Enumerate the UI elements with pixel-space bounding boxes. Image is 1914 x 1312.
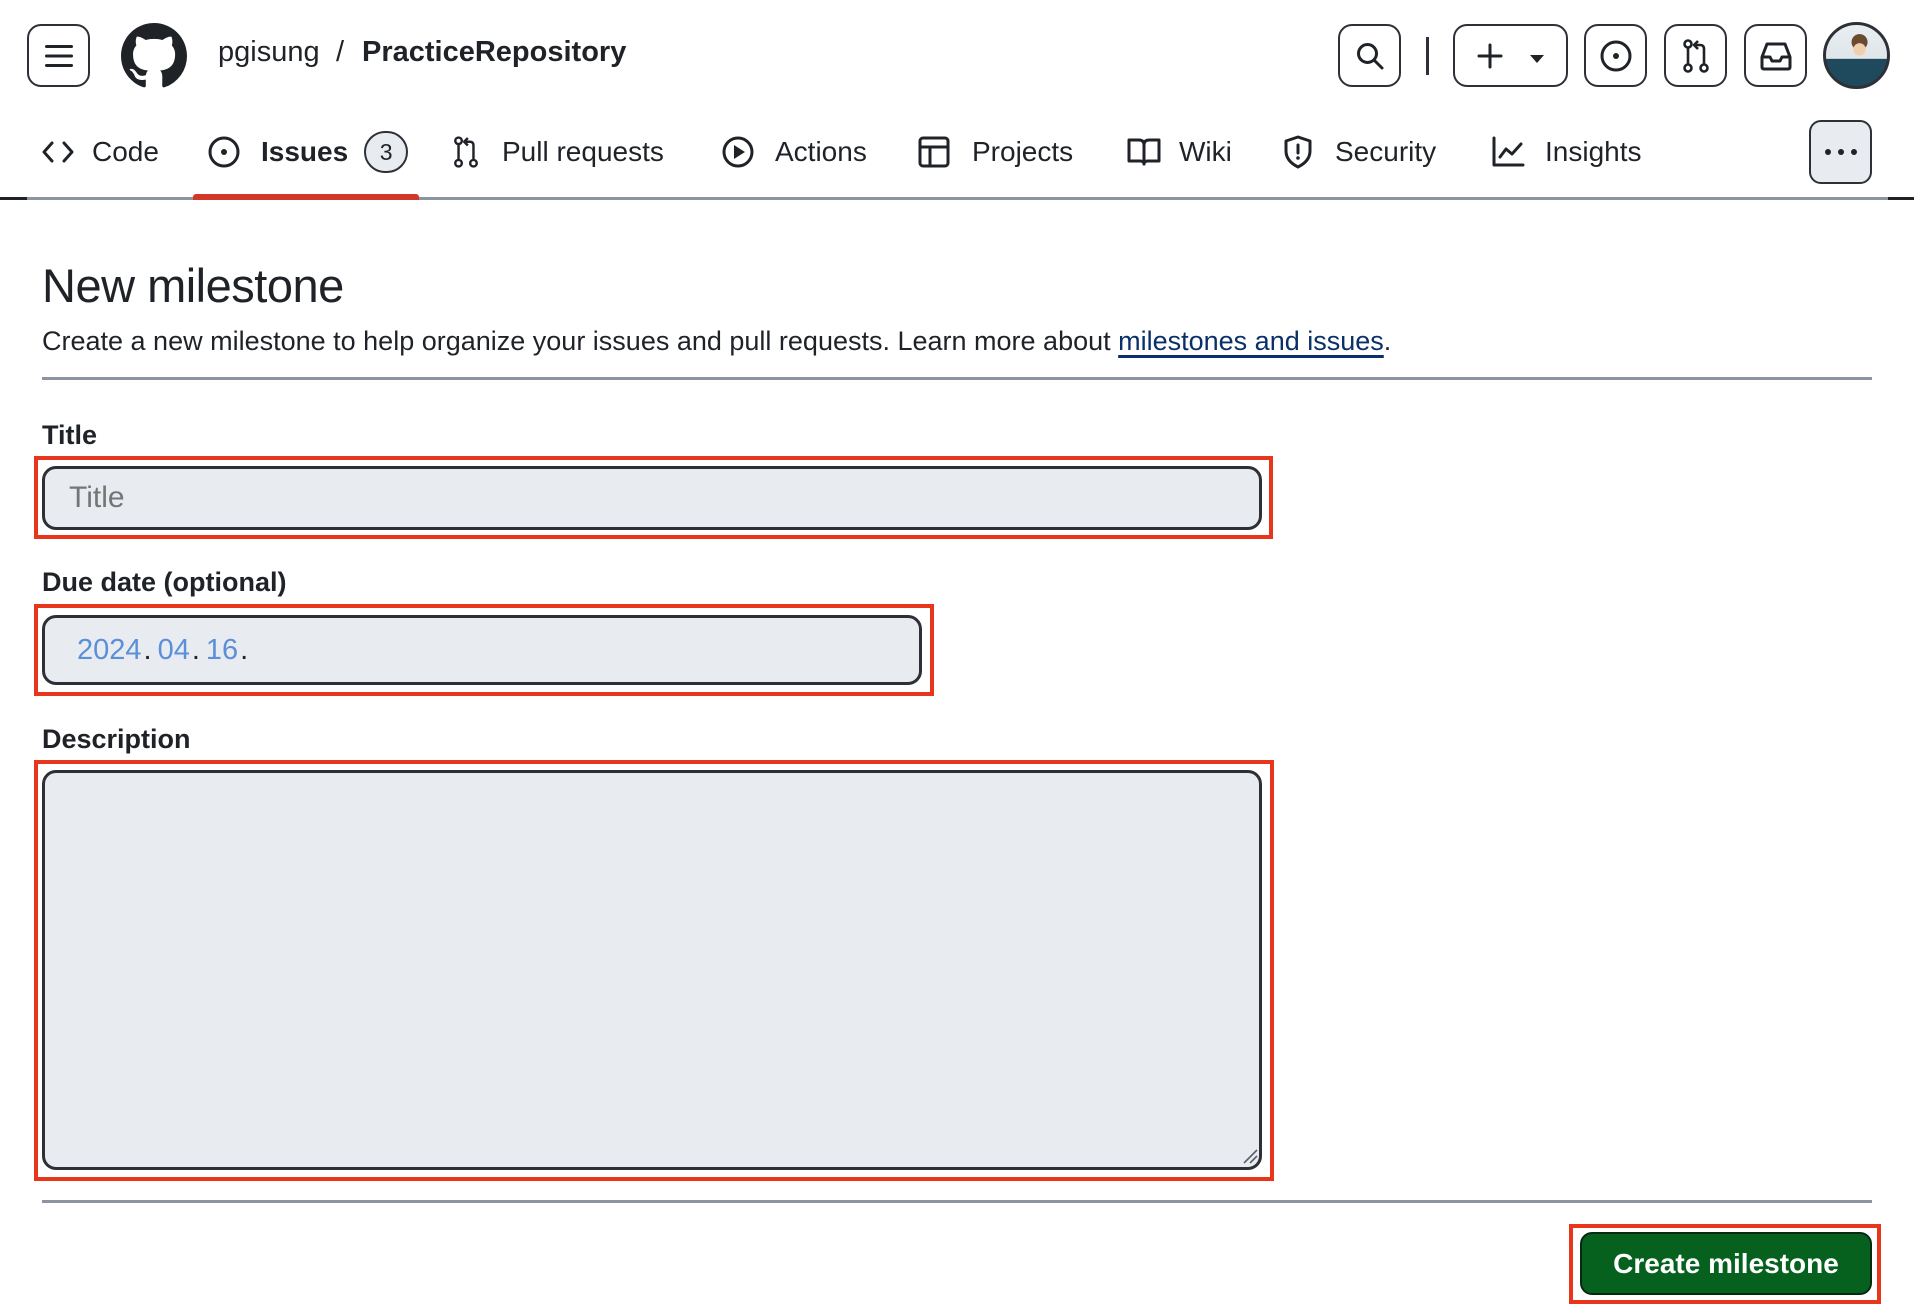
nav-divider-edge xyxy=(1888,197,1914,200)
issue-opened-icon xyxy=(208,136,240,168)
github-logo[interactable] xyxy=(121,23,187,89)
date-value: 2024. 04. 16. xyxy=(77,633,249,667)
tab-wiki[interactable]: Wiki xyxy=(1127,120,1232,184)
issues-count-badge: 3 xyxy=(364,131,409,173)
play-icon xyxy=(722,136,754,168)
tab-actions[interactable]: Actions xyxy=(721,120,867,184)
plus-icon xyxy=(1477,43,1502,68)
pull-requests-button[interactable] xyxy=(1664,24,1727,87)
kebab-horizontal-icon-dot xyxy=(1837,149,1844,155)
menu-button[interactable] xyxy=(27,24,90,87)
page-description: Create a new milestone to help organize … xyxy=(42,326,1391,357)
table-icon xyxy=(918,136,950,168)
tab-label: Insights xyxy=(1545,136,1642,167)
resize-grip-icon[interactable] xyxy=(1242,1148,1258,1164)
search-icon xyxy=(1356,42,1383,69)
description-text: Create a new milestone to help organize … xyxy=(42,326,1119,356)
page-title: New milestone xyxy=(42,259,344,312)
due-date-input[interactable]: 2024. 04. 16. xyxy=(42,615,922,685)
repo-nav: Code Issues 3 Pull requests Actions Proj… xyxy=(0,120,1914,200)
code-icon xyxy=(42,141,74,163)
header-divider xyxy=(1426,37,1429,75)
book-icon xyxy=(1127,138,1161,166)
tab-label: Projects xyxy=(972,136,1074,167)
graph-icon xyxy=(1492,136,1525,167)
description-label: Description xyxy=(42,724,191,754)
form-footer-divider xyxy=(42,1200,1872,1203)
tab-issues[interactable]: Issues 3 xyxy=(207,120,409,184)
tab-projects[interactable]: Projects xyxy=(918,120,1073,184)
tab-insights[interactable]: Insights xyxy=(1491,120,1642,184)
triangle-down-icon xyxy=(1529,54,1544,63)
create-milestone-button[interactable]: Create milestone xyxy=(1580,1232,1872,1295)
milestones-help-link[interactable]: milestones and issues xyxy=(1118,326,1384,356)
repo-owner-link[interactable]: pgisung xyxy=(218,36,320,69)
issues-button[interactable] xyxy=(1584,24,1647,87)
active-tab-indicator xyxy=(193,194,419,200)
search-button[interactable] xyxy=(1338,24,1401,87)
kebab-horizontal-icon-dot xyxy=(1850,149,1857,155)
tab-pull-requests[interactable]: Pull requests xyxy=(452,120,664,184)
repo-name-link[interactable]: PracticeRepository xyxy=(362,36,626,69)
tab-security[interactable]: Security xyxy=(1283,120,1436,184)
title-label: Title xyxy=(42,420,98,450)
kebab-horizontal-icon-dot xyxy=(1824,149,1831,155)
tab-label: Security xyxy=(1335,136,1437,167)
tab-label: Wiki xyxy=(1179,136,1232,167)
tab-label: Actions xyxy=(775,136,867,167)
git-pull-request-icon xyxy=(1682,38,1709,73)
description-textarea[interactable] xyxy=(42,770,1262,1170)
date-year[interactable]: 2024 xyxy=(77,634,142,667)
more-tabs-button[interactable] xyxy=(1809,120,1872,184)
tab-code[interactable]: Code xyxy=(42,120,159,184)
git-pull-request-icon xyxy=(454,136,478,168)
issue-opened-icon xyxy=(1600,40,1631,71)
inbox-button[interactable] xyxy=(1744,24,1807,87)
description-period: . xyxy=(1383,326,1392,356)
hamburger-icon xyxy=(44,44,73,67)
date-month[interactable]: 04 xyxy=(158,634,190,667)
create-new-button[interactable] xyxy=(1453,24,1568,87)
tab-label: Pull requests xyxy=(502,136,664,167)
breadcrumb-separator: / xyxy=(336,36,345,68)
inbox-icon xyxy=(1760,42,1791,70)
header-divider-line xyxy=(42,377,1872,380)
due-date-label: Due date (optional) xyxy=(42,567,287,597)
user-avatar[interactable] xyxy=(1823,22,1890,89)
title-input[interactable] xyxy=(42,466,1262,530)
tab-label: Code xyxy=(92,136,159,167)
tab-label: Issues xyxy=(261,136,349,167)
shield-icon xyxy=(1284,135,1312,169)
nav-divider-edge xyxy=(0,197,27,200)
date-day[interactable]: 16 xyxy=(206,634,238,667)
github-logo-icon xyxy=(121,23,187,88)
